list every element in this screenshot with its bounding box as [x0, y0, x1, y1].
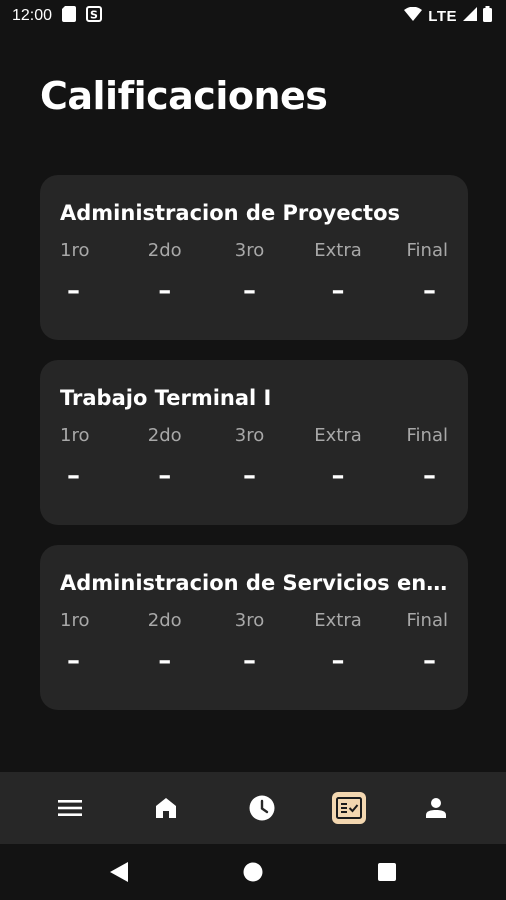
grade-label: 3ro — [234, 240, 265, 261]
course-card[interactable]: Trabajo Terminal I 1ro – 2do – 3ro – Ext… — [40, 360, 468, 525]
grade-label: 3ro — [234, 425, 265, 446]
course-card[interactable]: Administracion de Servicios en Red 1ro –… — [40, 545, 468, 710]
grade-value: – — [243, 461, 256, 491]
grade-value: – — [67, 461, 80, 491]
menu-icon — [58, 800, 82, 816]
grade-column-2do: 2do – — [145, 609, 185, 675]
grade-column-2do: 2do – — [145, 239, 185, 305]
grade-column-final: Final – — [407, 424, 448, 490]
grade-column-extra: Extra – — [314, 239, 362, 305]
nav-home-button[interactable] — [140, 788, 192, 828]
svg-text:S: S — [90, 8, 98, 21]
grade-column-final: Final – — [407, 239, 448, 305]
nav-menu-button[interactable] — [44, 788, 96, 828]
grade-value: – — [423, 461, 436, 491]
home-circle-icon — [243, 862, 263, 882]
grade-label: Extra — [314, 610, 362, 631]
sd-card-icon — [62, 5, 77, 27]
status-left: 12:00 S — [12, 5, 103, 27]
grade-row: 1ro – 2do – 3ro – Extra – Final – — [60, 424, 448, 490]
recents-button[interactable] — [375, 860, 399, 884]
grade-label: 1ro — [60, 240, 90, 261]
bottom-nav — [0, 772, 506, 844]
status-time: 12:00 — [12, 7, 53, 24]
grade-label: Extra — [314, 425, 362, 446]
grades-checklist-icon — [336, 797, 362, 819]
grade-column-3ro: 3ro – — [230, 239, 270, 305]
grade-label: Final — [406, 610, 448, 631]
system-nav-bar — [0, 844, 506, 900]
grade-column-3ro: 3ro – — [230, 424, 270, 490]
page-title: Calificaciones — [40, 74, 328, 118]
grade-value: – — [423, 276, 436, 306]
nav-grades-button[interactable] — [332, 792, 366, 824]
home-system-button[interactable] — [241, 860, 265, 884]
course-list: Administracion de Proyectos 1ro – 2do – … — [40, 175, 468, 730]
grade-value: – — [158, 646, 172, 676]
recents-square-icon — [378, 863, 396, 881]
home-icon — [156, 798, 176, 818]
status-bar: 12:00 S LTE — [0, 0, 506, 32]
grade-value: – — [331, 646, 345, 676]
grade-column-2do: 2do – — [145, 424, 185, 490]
grade-column-extra: Extra – — [314, 424, 362, 490]
grade-value: – — [331, 461, 345, 491]
grade-label: 3ro — [234, 610, 265, 631]
grade-column-3ro: 3ro – — [230, 609, 270, 675]
profile-icon — [426, 798, 446, 818]
course-name: Trabajo Terminal I — [60, 386, 272, 410]
back-button[interactable] — [107, 860, 131, 884]
grade-value: – — [67, 646, 80, 676]
grade-label: 2do — [147, 425, 182, 446]
course-name: Administracion de Servicios en Red — [60, 571, 448, 595]
grade-value: – — [423, 646, 436, 676]
grade-column-final: Final – — [407, 609, 448, 675]
grade-value: – — [158, 276, 172, 306]
grade-value: – — [243, 646, 256, 676]
cell-signal-icon — [463, 6, 477, 26]
grade-column-1ro: 1ro – — [60, 609, 100, 675]
battery-icon — [483, 5, 492, 27]
grade-value: – — [243, 276, 256, 306]
grade-label: 2do — [147, 240, 182, 261]
grade-label: 2do — [147, 610, 182, 631]
grade-row: 1ro – 2do – 3ro – Extra – Final – — [60, 609, 448, 675]
course-card[interactable]: Administracion de Proyectos 1ro – 2do – … — [40, 175, 468, 340]
grade-label: Extra — [314, 240, 362, 261]
grade-label: Final — [406, 240, 448, 261]
grade-label: 1ro — [60, 610, 90, 631]
grade-value: – — [331, 276, 345, 306]
wifi-icon — [404, 6, 423, 26]
grade-value: – — [158, 461, 172, 491]
nav-schedule-button[interactable] — [236, 788, 288, 828]
network-type: LTE — [428, 7, 457, 25]
grade-label: Final — [406, 425, 448, 446]
grade-value: – — [67, 276, 80, 306]
grade-label: 1ro — [60, 425, 90, 446]
grade-column-1ro: 1ro – — [60, 239, 100, 305]
status-right: LTE — [404, 5, 492, 27]
nav-profile-button[interactable] — [410, 788, 462, 828]
grade-row: 1ro – 2do – 3ro – Extra – Final – — [60, 239, 448, 305]
back-triangle-icon — [110, 862, 128, 882]
grade-column-1ro: 1ro – — [60, 424, 100, 490]
course-name: Administracion de Proyectos — [60, 201, 401, 225]
clock-icon — [249, 795, 275, 821]
s-notification-icon: S — [86, 5, 103, 27]
grade-column-extra: Extra – — [314, 609, 362, 675]
